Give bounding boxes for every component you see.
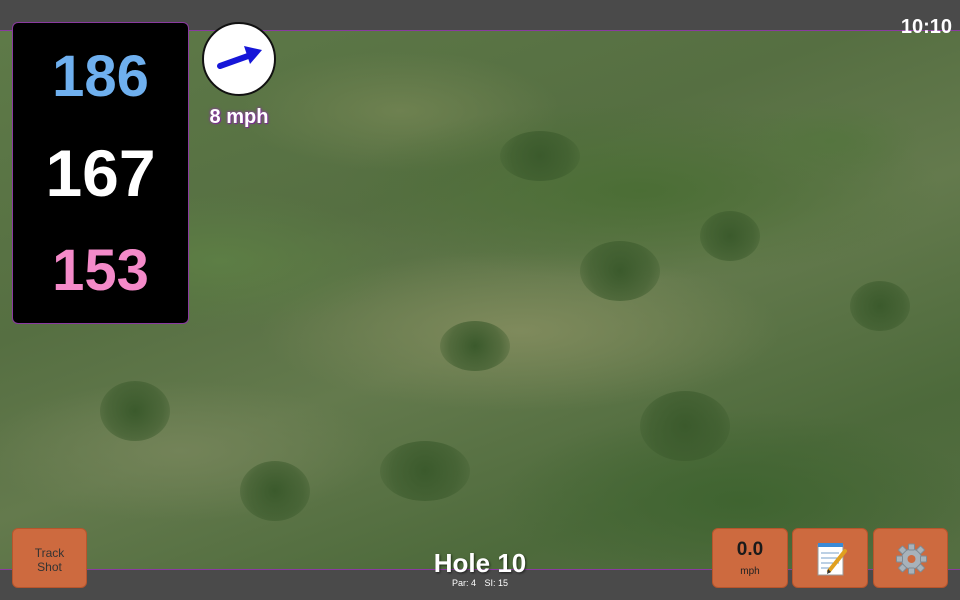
tree-cluster: [850, 281, 910, 331]
tree-cluster: [440, 321, 510, 371]
tree-cluster: [380, 441, 470, 501]
middle-distance: 167: [45, 136, 156, 210]
tree-cluster: [240, 461, 310, 521]
clock: 10:10: [900, 16, 952, 38]
tree-cluster: [700, 211, 760, 261]
distance-panel: 186 167 153: [12, 22, 189, 324]
tree-cluster: [500, 131, 580, 181]
hole-title: Hole 10: [433, 548, 527, 578]
track-shot-label-line1: Track: [34, 546, 65, 560]
hole-stroke-index: SI: 15: [484, 578, 509, 588]
hole-par: Par: 4: [451, 578, 476, 588]
speed-button[interactable]: 0.0 mph: [712, 528, 788, 588]
tree-cluster: [100, 381, 170, 441]
settings-button[interactable]: [873, 528, 948, 588]
wind-speed: 8 mph: [209, 106, 269, 128]
track-shot-button[interactable]: Track Shot: [12, 528, 87, 588]
front-distance: 153: [52, 238, 149, 303]
wind-indicator: [202, 22, 276, 96]
arrow-icon: [217, 46, 262, 69]
notepad-icon: [817, 543, 847, 576]
speed-unit: mph: [740, 566, 760, 577]
back-distance: 186: [52, 44, 149, 109]
gear-icon: [896, 543, 927, 575]
tree-cluster: [580, 241, 660, 301]
tree-cluster: [640, 391, 730, 461]
hole-meta: Par: 4 SI: 15: [380, 578, 580, 588]
track-shot-label-line2: Shot: [37, 560, 62, 574]
scorecard-button[interactable]: [792, 528, 868, 588]
speed-value: 0.0: [736, 539, 764, 560]
